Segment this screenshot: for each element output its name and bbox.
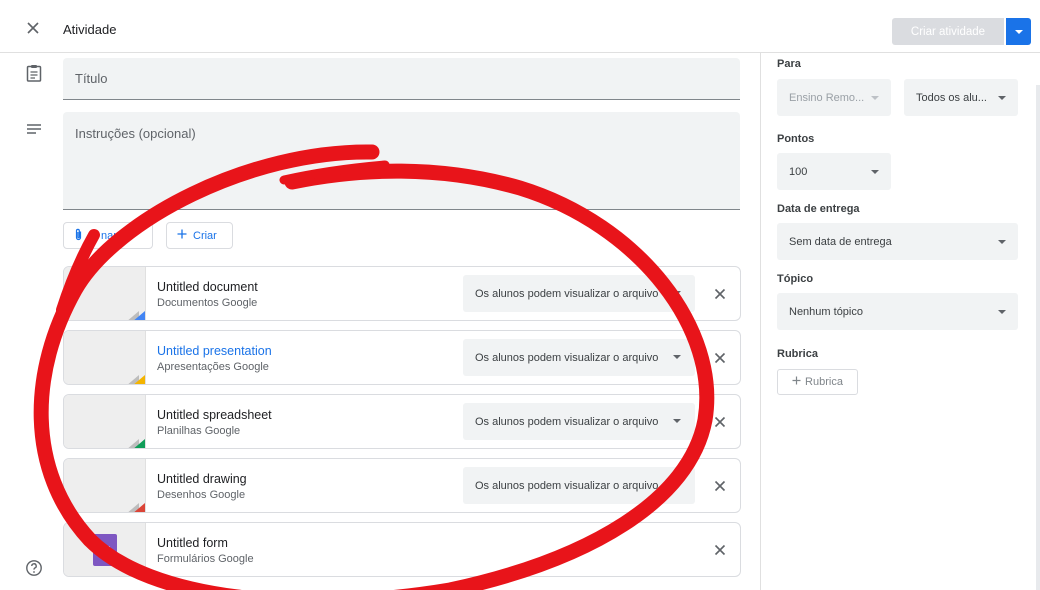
attachment-name[interactable]: Untitled drawing [157,472,247,486]
attachment-name[interactable]: Untitled spreadsheet [157,408,272,422]
remove-attachment-icon[interactable] [712,478,728,494]
points-select[interactable]: 100 [777,153,891,190]
attachment-thumbnail [64,267,146,320]
attachment-type: Apresentações Google [157,361,269,373]
sharing-permission-select[interactable]: Os alunos podem visualizar o arquivo [463,275,695,312]
add-rubric-label: Rubrica [805,376,843,388]
assignment-icon [26,64,42,87]
instructions-placeholder: Instruções (opcional) [75,126,196,141]
dropdown-arrow-icon [673,355,681,359]
topic-label: Tópico [777,273,814,285]
attachment-type: Formulários Google [157,553,254,565]
sharing-permission-value: Os alunos podem visualizar o arquivo [475,351,659,364]
dropdown-arrow-icon [998,310,1006,314]
scrollbar[interactable] [1036,85,1040,590]
sharing-permission-select[interactable]: Os alunos podem visualizar o arquivo [463,403,695,440]
remove-attachment-icon[interactable] [712,286,728,302]
instructions-field[interactable]: Instruções (opcional) [63,112,740,210]
remove-attachment-icon[interactable] [712,350,728,366]
attachment-name[interactable]: Untitled presentation [157,344,272,358]
points-label: Pontos [777,133,815,145]
top-bar: Atividade Criar atividade [0,10,1040,53]
attachment-type: Documentos Google [157,297,258,309]
forms-icon [93,534,117,566]
sharing-permission-value: Os alunos podem visualizar o arquivo [475,479,659,492]
page-title: Atividade [63,22,117,37]
docs-icon [132,311,145,320]
dropdown-arrow-icon [673,291,681,295]
attachment-card[interactable]: Untitled spreadsheet Planilhas Google Os… [63,394,741,449]
dropdown-arrow-icon [1014,29,1023,34]
notes-icon [26,122,42,140]
students-value: Todos os alu... [916,91,987,104]
sharing-permission-value: Os alunos podem visualizar o arquivo [475,287,659,300]
close-icon[interactable] [23,18,45,40]
remove-attachment-icon[interactable] [712,542,728,558]
title-placeholder: Título [75,71,108,86]
title-field[interactable]: Título [63,58,740,100]
add-rubric-button[interactable]: Rubrica [777,369,858,395]
create-assignment-button[interactable]: Criar atividade [892,18,1004,45]
students-select[interactable]: Todos os alu... [904,79,1018,116]
sharing-permission-select[interactable]: Os alunos podem visualizar o arquivo [463,339,695,376]
attachment-card[interactable]: Untitled presentation Apresentações Goog… [63,330,741,385]
topic-value: Nenhum tópico [789,305,863,318]
help-icon[interactable] [25,559,43,582]
attachment-name[interactable]: Untitled form [157,536,228,550]
class-select: Ensino Remo... [777,79,891,116]
dropdown-arrow-icon [871,170,879,174]
attachment-type: Planilhas Google [157,425,241,437]
due-date-value: Sem data de entrega [789,235,892,248]
topic-select[interactable]: Nenhum tópico [777,293,1018,330]
points-value: 100 [789,165,808,178]
attachment-thumbnail [64,459,146,512]
sheets-icon [132,439,145,448]
due-date-select[interactable]: Sem data de entrega [777,223,1018,260]
dropdown-arrow-icon [673,483,681,487]
rubric-label: Rubrica [777,348,818,360]
drawings-icon [132,503,145,512]
add-attachment-label: nar [101,229,117,242]
paperclip-icon [74,228,83,244]
plus-icon [177,229,187,242]
dropdown-arrow-icon [998,240,1006,244]
dropdown-arrow-icon [998,96,1006,100]
attachment-card[interactable]: Untitled drawing Desenhos Google Os alun… [63,458,741,513]
due-date-label: Data de entrega [777,203,860,215]
panel-divider [760,53,761,590]
dropdown-arrow-icon [871,96,879,100]
plus-icon [792,376,801,388]
attachment-card[interactable]: Untitled document Documentos Google Os a… [63,266,741,321]
slides-icon [132,375,145,384]
create-attachment-label: Criar [193,229,217,242]
attachment-thumbnail [64,331,146,384]
create-attachment-button[interactable]: Criar [166,222,233,249]
attachment-thumbnail [64,395,146,448]
attachment-type: Desenhos Google [157,489,246,501]
attachment-name[interactable]: Untitled document [157,280,258,294]
para-label: Para [777,58,801,70]
dropdown-arrow-icon [673,419,681,423]
create-options-button[interactable] [1006,18,1031,45]
add-attachment-button[interactable]: nar [63,222,153,249]
attachment-card[interactable]: Untitled form Formulários Google [63,522,741,577]
remove-attachment-icon[interactable] [712,414,728,430]
class-value: Ensino Remo... [789,91,865,104]
sharing-permission-select[interactable]: Os alunos podem visualizar o arquivo [463,467,695,504]
attachment-thumbnail [64,523,146,576]
sharing-permission-value: Os alunos podem visualizar o arquivo [475,415,659,428]
